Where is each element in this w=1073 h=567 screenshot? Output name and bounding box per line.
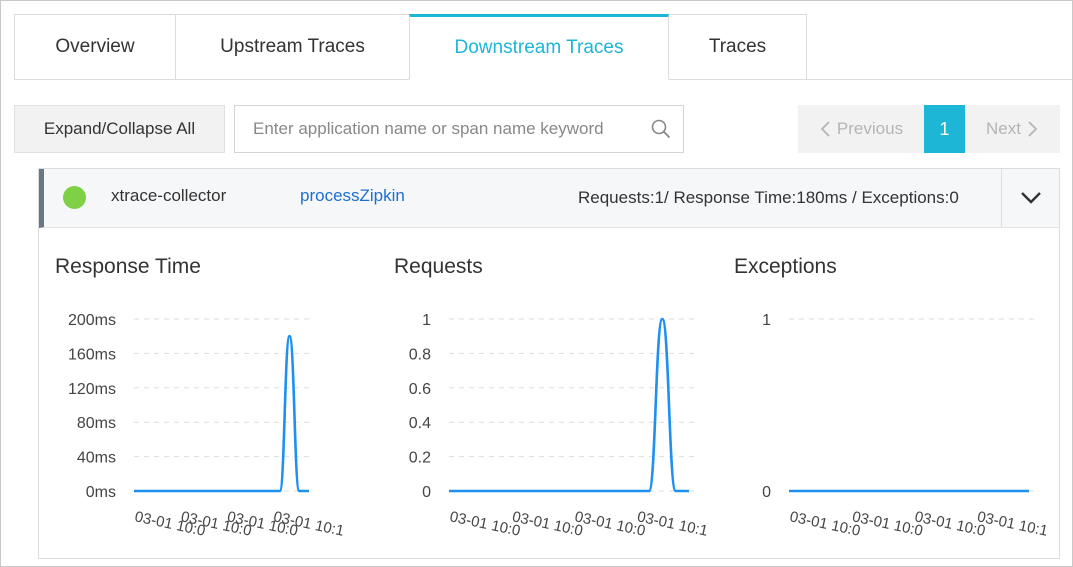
collapse-toggle[interactable]	[1001, 169, 1059, 227]
response-time-chart: 0ms40ms80ms120ms160ms200ms03-01 10:003-0…	[68, 312, 346, 540]
x-tick-label: 03-01 10:1	[636, 508, 710, 540]
y-tick-label: 200ms	[68, 312, 116, 329]
chart-title-exceptions: Exceptions	[734, 255, 837, 278]
x-tick-label: 03-01 10:1	[976, 508, 1050, 540]
span-name-link[interactable]: processZipkin	[300, 186, 405, 206]
y-tick-label: 0.4	[409, 415, 431, 432]
search-icon[interactable]	[651, 119, 671, 139]
tab-downstream-traces[interactable]: Downstream Traces	[409, 14, 669, 80]
previous-page-button[interactable]: Previous	[798, 105, 924, 153]
y-tick-label: 120ms	[68, 381, 116, 398]
exceptions-chart: 0103-01 10:003-01 10:003-01 10:003-01 10…	[762, 312, 1050, 540]
app-name: xtrace-collector	[111, 186, 227, 205]
chart-title-response-time: Response Time	[55, 255, 201, 278]
trace-summary: Requests:1/ Response Time:180ms / Except…	[578, 188, 959, 207]
series-line	[133, 334, 309, 493]
chevron-down-icon	[1020, 192, 1041, 204]
y-tick-label: 1	[762, 312, 771, 329]
y-tick-label: 0.8	[409, 346, 431, 363]
previous-label: Previous	[836, 119, 904, 138]
trace-row-header[interactable]: xtrace-collector processZipkin Requests:…	[39, 169, 1059, 228]
y-tick-label: 0	[422, 484, 431, 501]
next-page-button[interactable]: Next	[965, 105, 1060, 153]
pagination: Previous 1 Next	[798, 105, 1060, 153]
y-tick-label: 0ms	[86, 484, 116, 501]
tab-upstream-traces[interactable]: Upstream Traces	[175, 14, 410, 80]
status-dot	[63, 186, 86, 209]
tab-overview[interactable]: Overview	[14, 14, 176, 80]
search-box	[234, 105, 684, 153]
y-tick-label: 40ms	[77, 450, 116, 467]
tab-traces[interactable]: Traces	[668, 14, 807, 80]
trace-panel: xtrace-collector processZipkin Requests:…	[38, 168, 1060, 559]
series-line	[448, 317, 689, 493]
chevron-left-icon	[820, 121, 830, 137]
expand-collapse-all-button[interactable]: Expand/Collapse All	[14, 105, 225, 153]
page-1-button[interactable]: 1	[924, 105, 965, 153]
y-tick-label: 1	[422, 312, 431, 329]
y-tick-label: 0.6	[409, 381, 431, 398]
requests-chart: 00.20.40.60.8103-01 10:003-01 10:003-01 …	[409, 312, 710, 540]
y-tick-label: 80ms	[77, 415, 116, 432]
tab-bar: Overview Upstream Traces Downstream Trac…	[14, 14, 807, 80]
y-tick-label: 0	[762, 484, 771, 501]
chart-title-requests: Requests	[394, 255, 483, 278]
y-tick-label: 160ms	[68, 346, 116, 363]
next-label: Next	[986, 119, 1021, 138]
chevron-right-icon	[1028, 121, 1038, 137]
y-tick-label: 0.2	[409, 450, 431, 467]
search-input[interactable]	[235, 106, 635, 152]
